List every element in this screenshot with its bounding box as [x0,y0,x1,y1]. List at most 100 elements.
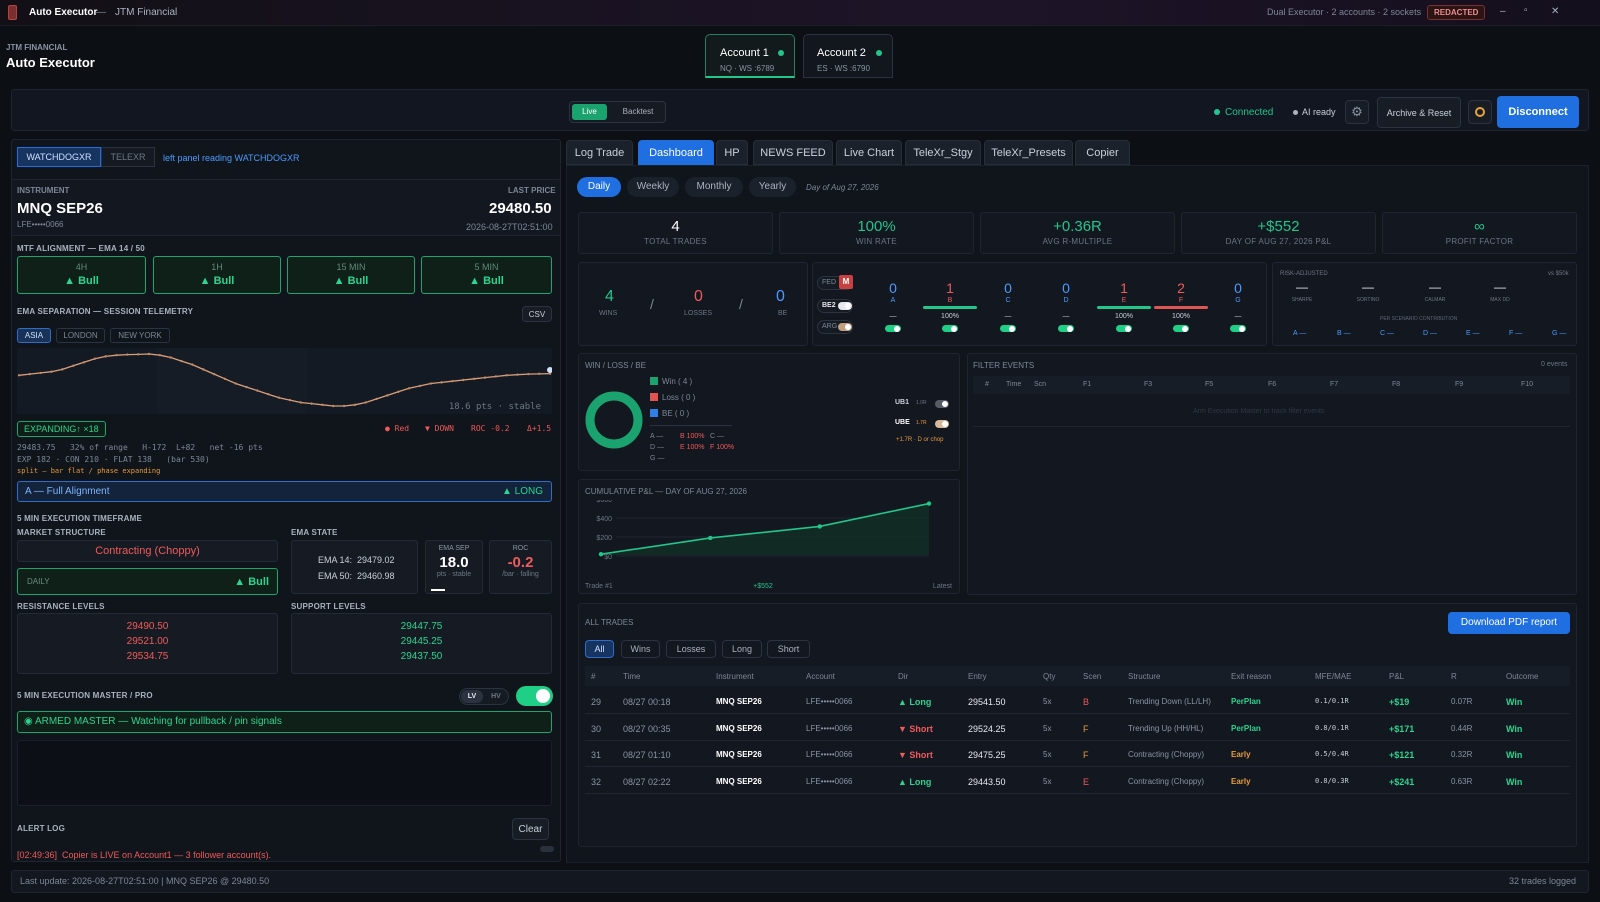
trades-col-9: Exit reason [1231,672,1272,681]
tab-dashboard[interactable]: Dashboard [638,140,714,165]
be2-flag[interactable]: BE2 [817,299,853,313]
ube-flag[interactable]: UBE 1.7R [895,418,950,430]
hv-button[interactable]: HV [485,690,507,703]
ub1-flag[interactable]: UB1 1.0R [895,398,950,410]
scenario-E-toggle[interactable] [1116,325,1132,332]
lv-button[interactable]: LV [461,690,483,703]
session-london[interactable]: LONDON [56,328,105,343]
tab-telexr-presets[interactable]: TeleXr_Presets [984,140,1073,165]
cum-y-tick-label: $0 [604,554,612,561]
alert-log-title: ALERT LOG [17,824,66,833]
csv-button[interactable]: CSV [522,306,552,322]
scenario-D-pct: — [1062,313,1070,320]
tab-copier[interactable]: Copier [1075,140,1130,165]
download-pdf-button[interactable]: Download PDF report [1448,612,1570,634]
support-box: 29447.75 29445.25 29437.50 [291,613,552,674]
ema-point [223,377,227,381]
scenario-A-toggle[interactable] [885,325,901,332]
risk-contrib-title: PER SCENARIO CONTRIBUTION [1380,316,1458,322]
tab-telexr-stgy[interactable]: TeleXr_Stgy [905,140,981,165]
disconnect-button[interactable]: Disconnect [1497,96,1579,128]
tab-news-feed[interactable]: NEWS FEED [753,140,833,165]
ema-point [28,372,32,376]
trade-cell-qty: 5x [1043,750,1052,759]
minimize-button[interactable]: – [1500,6,1506,17]
losses-label: LOSSES [684,310,713,317]
period-daily[interactable]: Daily [577,177,621,197]
alert-scrollbar[interactable] [540,846,554,852]
scenario-G-toggle[interactable] [1230,325,1246,332]
left-tab-watchdog[interactable]: WATCHDOGXR [17,147,101,167]
ube-note: +1.7R · D or chop [896,437,944,443]
scenario-D-toggle[interactable] [1058,325,1074,332]
tab-hp[interactable]: HP [716,140,748,165]
account-tab-2[interactable]: Account 2 ES · WS :6790 [803,34,893,78]
ema-stats-2: EXP 182 · CON 210 · FLAT 138 (bar 530) [17,455,210,464]
trade-cell-structure: Contracting (Choppy) [1128,750,1205,759]
trades-col-13: Outcome [1506,672,1539,681]
scenario-F-toggle[interactable] [1173,325,1189,332]
period-yearly[interactable]: Yearly [749,177,796,197]
ema-separation-chart: 18.6 pts · stable [17,348,552,414]
trade-cell-mfe-mae: 0.8/0.1R [1315,723,1349,732]
session-asia[interactable]: ASIA [17,328,51,343]
stat-total-trades-label: TOTAL TRADES [644,237,707,246]
resistance-label: RESISTANCE LEVELS [17,602,105,611]
expanding-badge: EXPANDING↑ ×18 [17,421,106,437]
daily-bias: DAILY ▲ Bull [17,568,278,595]
cum-y-tick-label: $200 [596,535,612,542]
ema-point [462,378,465,382]
ema-point [158,353,162,357]
theme-button[interactable] [1468,100,1492,124]
left-tab-telexr[interactable]: TELEXR [101,147,155,167]
arg-flag[interactable]: ARG [817,320,853,334]
scenario-B-toggle[interactable] [942,325,958,332]
risk-title: RISK-ADJUSTED [1280,271,1328,277]
trade-cell-r: 0.63R [1451,776,1473,786]
filter-short[interactable]: Short [767,640,810,658]
filter-losses[interactable]: Losses [666,640,716,658]
filter-all[interactable]: All [585,640,614,658]
live-mode-button[interactable]: Live [572,104,607,120]
filter-wins[interactable]: Wins [621,640,660,658]
filter-long[interactable]: Long [722,640,762,658]
legend-loss: Loss ( 0 ) [662,393,696,402]
ema-point [451,379,454,383]
trades-col-7: Scen [1083,672,1102,681]
period-weekly[interactable]: Weekly [627,177,679,197]
legend-loss-swatch [650,393,658,401]
trade-cell-qty: 5x [1043,697,1052,706]
master-log-area [17,740,552,806]
close-button[interactable]: ✕ [1551,6,1559,17]
tab-log-trade[interactable]: Log Trade [566,140,633,165]
filter-divider [973,426,1570,427]
last-price-time: 2026-08-27T02:51:00 [466,222,553,232]
mtf-1h-tf: 1H [211,262,223,272]
ema-point [234,382,237,385]
scenario-C-toggle[interactable] [1000,325,1016,332]
backtest-mode-button[interactable]: Backtest [613,104,663,120]
period-monthly[interactable]: Monthly [685,177,743,197]
fed-flag[interactable]: FED M [817,275,853,290]
scenario-E-count: 1 [1120,280,1128,296]
settings-button[interactable]: ⚙ [1345,100,1369,124]
redacted-badge: REDACTED [1427,5,1486,20]
trade-cell-dir: ▼ Short [898,723,933,734]
clear-alerts-button[interactable]: Clear [512,818,549,840]
ai-status: AI ready [1302,107,1336,117]
fed-m-badge: M [839,275,853,289]
scenario-G-count: 0 [1234,280,1242,296]
archive-reset-button[interactable]: Archive & Reset [1377,97,1461,128]
master-toggle[interactable] [516,686,553,706]
master-title: 5 MIN EXECUTION MASTER / PRO [17,691,153,700]
stat-win-rate-label: WIN RATE [856,237,897,246]
window-company: JTM Financial [115,7,178,18]
tab-live-chart[interactable]: Live Chart [836,140,902,165]
connected-status: Connected [1225,107,1274,118]
session-new-york[interactable]: NEW YORK [110,328,170,343]
maximize-button[interactable]: ▫ [1524,5,1528,16]
trade-cell-dir: ▼ Short [898,750,933,760]
trade-cell-p-l: +$171 [1389,723,1415,734]
gear-icon: ⚙ [1351,104,1363,119]
account-tab-1[interactable]: Account 1 NQ · WS :6789 [705,34,795,78]
